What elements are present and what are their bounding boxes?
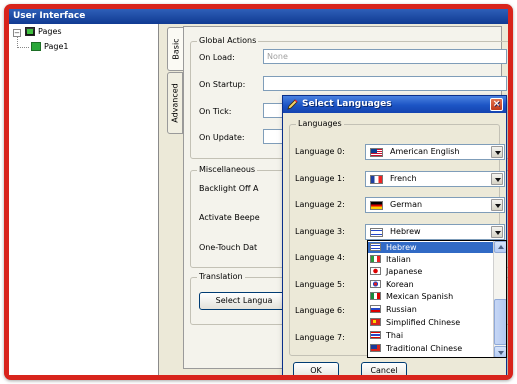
language-3-select[interactable]: Hebrew	[365, 224, 505, 240]
close-icon[interactable]: ×	[490, 98, 503, 111]
option-label: Simplified Chinese	[386, 318, 461, 327]
chevron-down-icon[interactable]	[491, 226, 503, 238]
option-label: Thai	[386, 331, 404, 340]
select-languages-dialog: Select Languages × Languages Language 0:…	[282, 95, 507, 375]
tab-advanced[interactable]: Advanced	[167, 72, 183, 134]
cancel-button[interactable]: Cancel	[361, 362, 407, 375]
screenshot-frame: User Interface − Pages Page1 Basic Advan…	[4, 4, 513, 380]
language-dropdown-list: Hebrew Italian Japanese Korean Mexican S…	[367, 240, 507, 358]
option-label: Hebrew	[386, 243, 417, 252]
group-title: Translation	[197, 272, 245, 281]
option-label: Italian	[386, 255, 411, 264]
dropdown-option-thai[interactable]: Thai	[368, 330, 494, 341]
tree-item-page1[interactable]: Page1	[31, 41, 131, 53]
language-0-label: Language 0:	[295, 147, 345, 156]
option-label: Korean	[386, 280, 414, 289]
pages-icon	[25, 27, 35, 36]
language-2-label: Language 2:	[295, 200, 345, 209]
korea-flag-icon	[370, 280, 381, 288]
israel-flag-icon	[370, 228, 383, 237]
on-load-label: On Load:	[199, 53, 235, 62]
dropdown-option-korean[interactable]: Korean	[368, 279, 494, 290]
page-icon	[31, 42, 41, 51]
scroll-thumb[interactable]	[494, 299, 506, 345]
tree-item-label: Pages	[38, 27, 62, 36]
select-value: American English	[390, 147, 460, 156]
option-label: Mexican Spanish	[386, 292, 454, 301]
language-7-label: Language 7:	[295, 333, 345, 342]
language-4-label: Language 4:	[295, 253, 345, 262]
taiwan-flag-icon	[370, 344, 381, 352]
scroll-down-icon[interactable]	[494, 346, 506, 357]
language-6-label: Language 6:	[295, 306, 345, 315]
germany-flag-icon	[370, 201, 383, 210]
mexico-flag-icon	[370, 292, 381, 300]
language-0-select[interactable]: American English	[365, 144, 505, 160]
property-tabs: Basic Advanced	[167, 27, 183, 137]
select-value: German	[390, 200, 423, 209]
tree-item-label: Page1	[44, 42, 69, 51]
on-update-label: On Update:	[199, 133, 245, 142]
pencil-icon	[287, 99, 298, 110]
language-2-select[interactable]: German	[365, 197, 505, 213]
dropdown-option-russian[interactable]: Russian	[368, 304, 494, 315]
dialog-titlebar[interactable]: Select Languages ×	[283, 96, 506, 113]
one-touch-label: One-Touch Dat	[199, 243, 258, 252]
chevron-down-icon[interactable]	[491, 199, 503, 211]
israel-flag-icon	[370, 243, 381, 251]
tree-item-pages[interactable]: − Pages	[9, 26, 129, 38]
chevron-down-icon[interactable]	[491, 146, 503, 158]
thailand-flag-icon	[370, 331, 381, 339]
russia-flag-icon	[370, 305, 381, 313]
option-label: Japanese	[386, 267, 423, 276]
tree-connector	[17, 47, 29, 48]
option-label: Russian	[386, 305, 417, 314]
language-3-label: Language 3:	[295, 227, 345, 236]
select-languages-button[interactable]: Select Langua	[199, 292, 289, 310]
on-tick-label: On Tick:	[199, 107, 232, 116]
collapse-icon[interactable]: −	[13, 29, 21, 37]
language-5-label: Language 5:	[295, 280, 345, 289]
ok-button[interactable]: OK	[293, 362, 339, 375]
dropdown-option-simplified-chinese[interactable]: Simplified Chinese	[368, 317, 494, 328]
dropdown-option-japanese[interactable]: Japanese	[368, 266, 494, 277]
backlight-off-label: Backlight Off A	[199, 184, 259, 193]
tab-label: Basic	[171, 38, 180, 60]
italy-flag-icon	[370, 255, 381, 263]
france-flag-icon	[370, 175, 383, 184]
tab-label: Advanced	[170, 83, 180, 123]
scroll-up-icon[interactable]	[494, 241, 506, 253]
dropdown-scrollbar[interactable]	[493, 241, 506, 357]
page-tree: − Pages Page1	[9, 24, 159, 375]
select-value: Hebrew	[390, 227, 421, 236]
app-window: User Interface − Pages Page1 Basic Advan…	[9, 9, 508, 375]
on-startup-label: On Startup:	[199, 80, 246, 89]
select-value: French	[390, 174, 417, 183]
chevron-down-icon[interactable]	[491, 173, 503, 185]
china-flag-icon	[370, 318, 381, 326]
on-startup-field[interactable]	[263, 76, 507, 91]
group-title: Global Actions	[197, 36, 259, 45]
us-flag-icon	[370, 148, 383, 157]
dialog-title: Select Languages	[302, 99, 392, 109]
group-title: Languages	[296, 119, 344, 128]
option-label: Traditional Chinese	[386, 344, 463, 353]
japan-flag-icon	[370, 267, 381, 275]
on-load-field[interactable]: None	[263, 49, 507, 64]
dropdown-option-mexican-spanish[interactable]: Mexican Spanish	[368, 291, 494, 302]
dropdown-option-hebrew[interactable]: Hebrew	[368, 242, 494, 253]
language-1-select[interactable]: French	[365, 171, 505, 187]
group-title: Miscellaneous	[197, 165, 258, 174]
dropdown-option-italian[interactable]: Italian	[368, 254, 494, 265]
tab-basic[interactable]: Basic	[167, 27, 183, 71]
activate-beeper-label: Activate Beepe	[199, 213, 260, 222]
language-1-label: Language 1:	[295, 174, 345, 183]
dropdown-option-traditional-chinese[interactable]: Traditional Chinese	[368, 343, 494, 354]
window-title: User Interface	[9, 9, 508, 24]
